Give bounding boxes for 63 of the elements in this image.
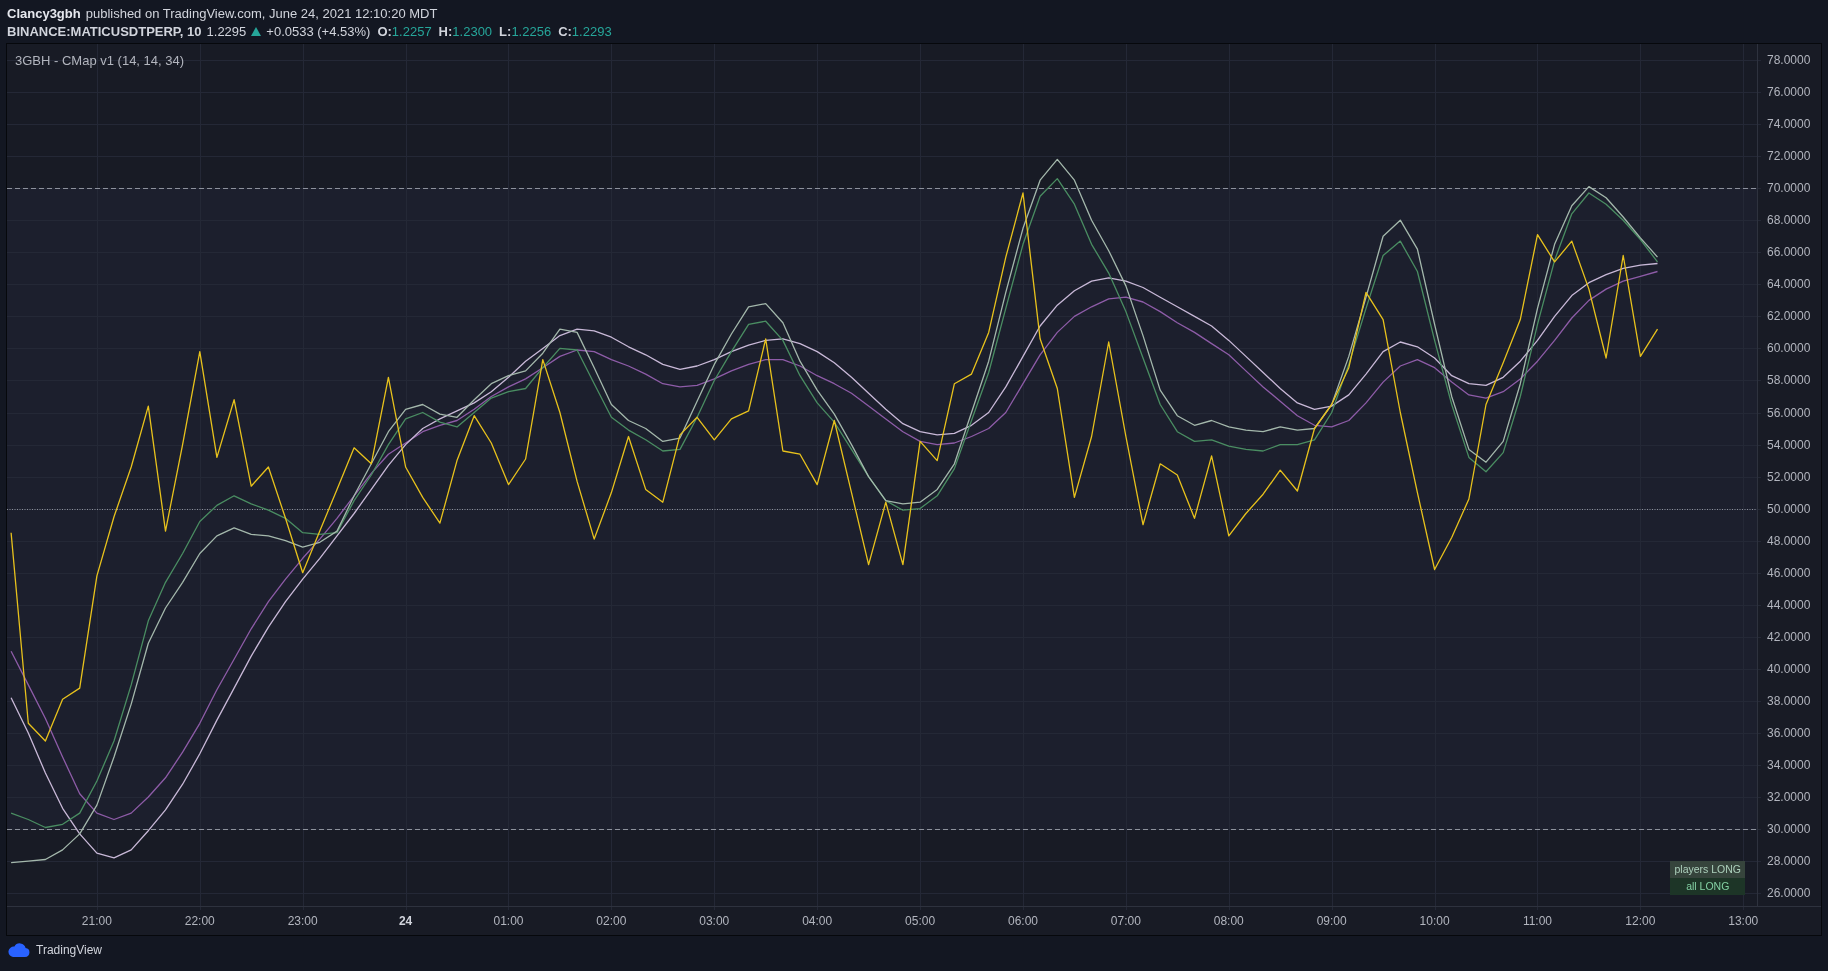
signal-cell: all LONG bbox=[1670, 878, 1745, 895]
ohlc-label: O: bbox=[377, 23, 392, 39]
ohlc-label: L: bbox=[499, 23, 512, 39]
price-label: 76.0000 bbox=[1767, 85, 1811, 100]
time-label: 22:00 bbox=[184, 914, 215, 928]
time-label: 07:00 bbox=[1110, 914, 1141, 928]
symbol-name: BINANCE:MATICUSDTPERP, 10 bbox=[7, 23, 202, 39]
price-label: 30.0000 bbox=[1767, 822, 1811, 837]
triangle-up-icon bbox=[251, 26, 262, 36]
price-label: 78.0000 bbox=[1767, 53, 1811, 67]
price-label: 58.0000 bbox=[1767, 373, 1811, 388]
price-label: 52.0000 bbox=[1767, 469, 1811, 484]
price-label: 56.0000 bbox=[1767, 405, 1811, 420]
price-label: 38.0000 bbox=[1767, 693, 1811, 708]
price-label: 66.0000 bbox=[1767, 245, 1811, 260]
ohlc-value: 1.2256 bbox=[511, 23, 552, 39]
brand-name: TradingView bbox=[36, 943, 103, 957]
ohlc-value: 1.2257 bbox=[391, 23, 432, 39]
time-label: 12:00 bbox=[1625, 914, 1656, 928]
ohlc-value: 1.2293 bbox=[571, 23, 612, 39]
time-label: 06:00 bbox=[1007, 914, 1038, 928]
time-label: 24 bbox=[398, 914, 413, 928]
price-label: 44.0000 bbox=[1767, 597, 1811, 612]
time-label: 23:00 bbox=[287, 914, 318, 928]
signal-cell: players LONG bbox=[1670, 861, 1745, 878]
price-label: 60.0000 bbox=[1767, 341, 1811, 356]
time-label: 05:00 bbox=[905, 914, 936, 928]
time-label: 03:00 bbox=[699, 914, 730, 928]
time-label: 11:00 bbox=[1522, 914, 1553, 928]
price-label: 48.0000 bbox=[1767, 533, 1811, 548]
time-label: 10:00 bbox=[1419, 914, 1450, 928]
last-price: 1.2295 bbox=[206, 23, 247, 39]
time-label: 02:00 bbox=[596, 914, 627, 928]
price-label: 46.0000 bbox=[1767, 565, 1811, 580]
price-label: 42.0000 bbox=[1767, 629, 1811, 644]
price-label: 34.0000 bbox=[1767, 758, 1811, 772]
price-label: 54.0000 bbox=[1767, 437, 1811, 452]
price-label: 74.0000 bbox=[1767, 117, 1811, 132]
price-label: 36.0000 bbox=[1767, 725, 1811, 740]
price-label: 50.0000 bbox=[1767, 501, 1811, 516]
author-name: Clancy3gbh bbox=[7, 5, 81, 21]
cloud-logo-icon bbox=[8, 943, 30, 957]
price-label: 28.0000 bbox=[1767, 854, 1811, 869]
price-label: 64.0000 bbox=[1767, 277, 1811, 292]
price-label: 32.0000 bbox=[1767, 790, 1811, 805]
time-label: 08:00 bbox=[1213, 914, 1244, 928]
time-label: 01:00 bbox=[493, 914, 524, 928]
price-label: 70.0000 bbox=[1767, 181, 1811, 196]
time-label: 04:00 bbox=[802, 914, 833, 928]
price-label: 26.0000 bbox=[1767, 886, 1811, 901]
ohlc-label: C: bbox=[558, 23, 572, 39]
price-label: 72.0000 bbox=[1767, 149, 1811, 164]
indicator-title: 3GBH - CMap v1 (14, 14, 34) bbox=[15, 53, 185, 68]
ohlc-value: 1.2300 bbox=[452, 23, 493, 39]
time-label: 09:00 bbox=[1316, 914, 1347, 928]
time-label: 21:00 bbox=[81, 914, 112, 928]
publish-info: published on TradingView.com, June 24, 2021 12:10:20 MDT bbox=[85, 5, 438, 21]
price-label: 40.0000 bbox=[1767, 661, 1811, 676]
price-label: 68.0000 bbox=[1767, 213, 1811, 228]
ohlc-label: H: bbox=[438, 23, 453, 39]
price-change: +0.0533 (+4.53%) bbox=[266, 23, 371, 39]
price-label: 62.0000 bbox=[1767, 309, 1811, 324]
time-label: 13:00 bbox=[1728, 914, 1759, 928]
